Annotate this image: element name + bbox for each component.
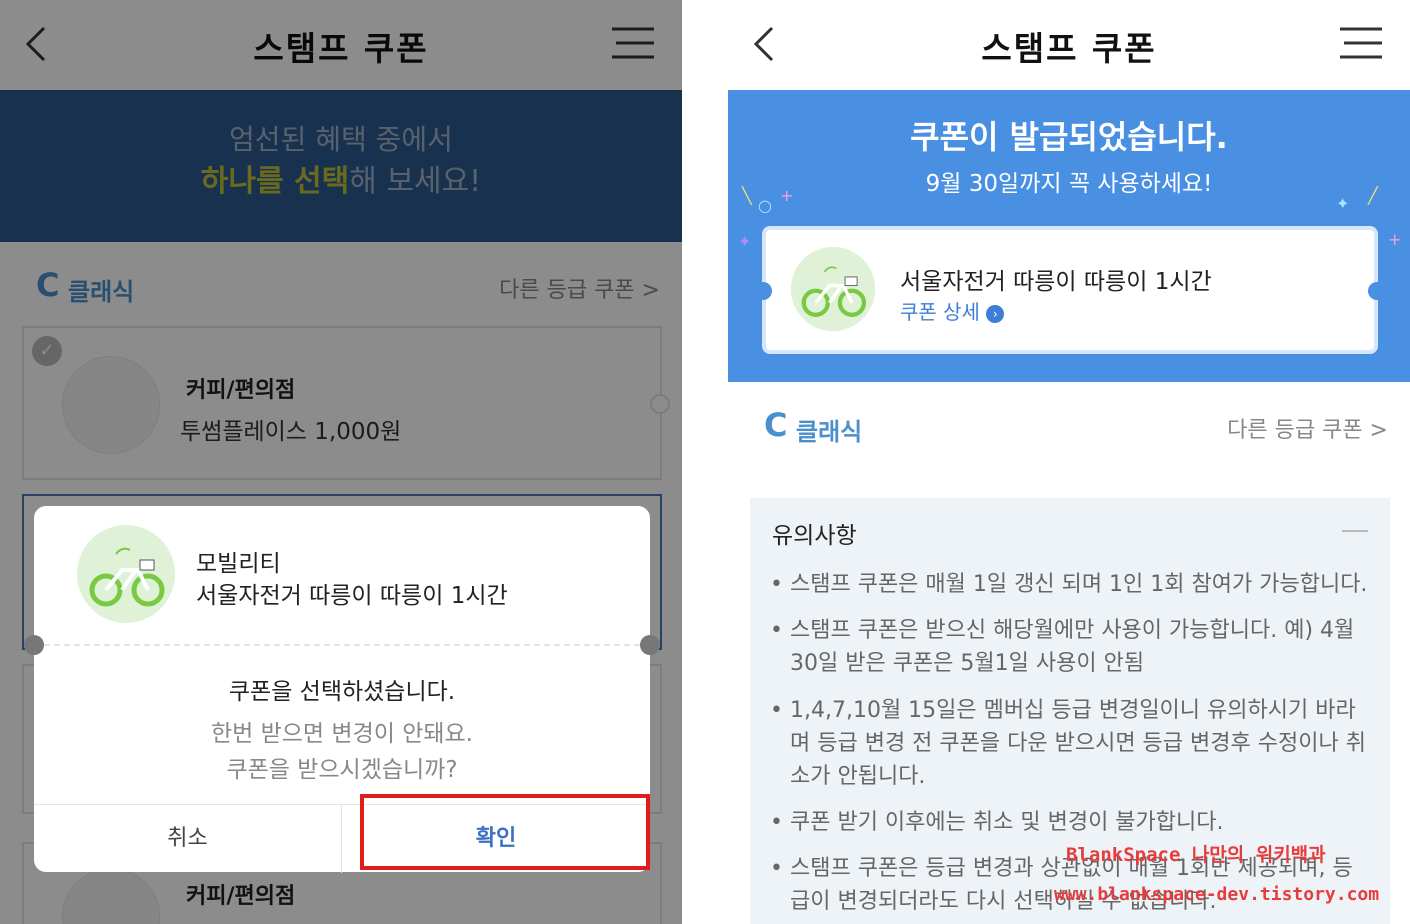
notice-title: 유의사항 [772,523,857,549]
header: 스탬프 쿠폰 [728,0,1410,90]
confetti-icon: ╲ [742,186,752,205]
bicycle-icon [77,525,175,623]
grade-name: 클래식 [796,418,863,446]
dialog-message: 쿠폰을 선택하셨습니다. [228,679,456,705]
dialog-warning: 한번 받으면 변경이 안돼요. [210,721,473,747]
confetti-icon: + [780,186,794,205]
cancel-button[interactable]: 취소 [34,805,342,873]
confirm-dialog: 모빌리티 서울자전거 따릉이 따릉이 1시간 쿠폰을 선택하셨습니다. 한번 받… [24,506,660,873]
issued-coupon-card[interactable]: 서울자전거 따릉이 따릉이 1시간 쿠폰 상세 › [754,226,1386,354]
left-screen: 스탬프 쿠폰 엄선된 혜택 중에서 하나를 선택해 보세요! C 클래식 다른 … [0,0,682,924]
issued-title: 쿠폰이 발급되었습니다. [910,118,1228,156]
ticket-hole [24,635,44,655]
issued-banner: 쿠폰이 발급되었습니다. 9월 30일까지 꼭 사용하세요! ╲ ○ + ✦ ✦… [728,90,1410,382]
ticket-hole [1368,282,1386,300]
notice-item: • 스탬프 쿠폰은 매월 1일 갱신 되며 1인 1회 참여가 가능합니다. [770,572,1368,597]
confetti-icon: + [1388,230,1402,249]
other-grade-link[interactable]: 다른 등급 쿠폰 > [1227,412,1388,444]
page-title: 스탬프 쿠폰 [981,29,1157,68]
screen-gap [682,0,728,924]
dialog-coupon-name: 서울자전거 따릉이 따릉이 1시간 [196,583,508,609]
coupon-detail-label: 쿠폰 상세 [900,300,980,324]
confetti-icon: ○ [758,196,772,215]
confetti-icon: ✦ [738,232,752,251]
confetti-icon: ╱ [1368,186,1378,205]
watermark-line2: www.blankspace-dev.tistory.com [1054,884,1380,905]
grade-letter: C [764,406,788,444]
notice-item: • 1,4,7,10월 15일은 멤버십 등급 변경일이니 유의하시기 바라며 … [770,698,1366,789]
divider [34,644,650,646]
chevron-right-icon: › [986,304,1005,323]
collapse-icon[interactable] [1342,530,1368,532]
right-screen: 스탬프 쿠폰 쿠폰이 발급되었습니다. 9월 30일까지 꼭 사용하세요! ╲ … [728,0,1410,924]
highlight-box [360,794,650,870]
ticket-hole [640,635,660,655]
grade-row: C 클래식 다른 등급 쿠폰 > [728,384,1410,464]
notice-item: • 스탬프 쿠폰은 받으신 해당월에만 사용이 가능합니다. 예) 4월30일 … [770,618,1355,676]
dialog-category: 모빌리티 [196,551,281,577]
ticket-hole [754,282,772,300]
confetti-icon: ✦ [1336,194,1350,213]
issued-subtitle: 9월 30일까지 꼭 사용하세요! [925,171,1213,197]
notice-item: • 쿠폰 받기 이후에는 취소 및 변경이 불가합니다. [770,810,1224,835]
issued-coupon-name: 서울자전거 따릉이 따릉이 1시간 [900,269,1212,295]
menu-icon[interactable] [1340,26,1382,60]
dialog-question: 쿠폰을 받으시겠습니까? [226,757,458,783]
coupon-detail-link[interactable]: 쿠폰 상세 › [900,296,1005,325]
watermark-line1: BlankSpace 나만의 위키백과 [1066,844,1326,866]
bicycle-icon [790,246,876,332]
